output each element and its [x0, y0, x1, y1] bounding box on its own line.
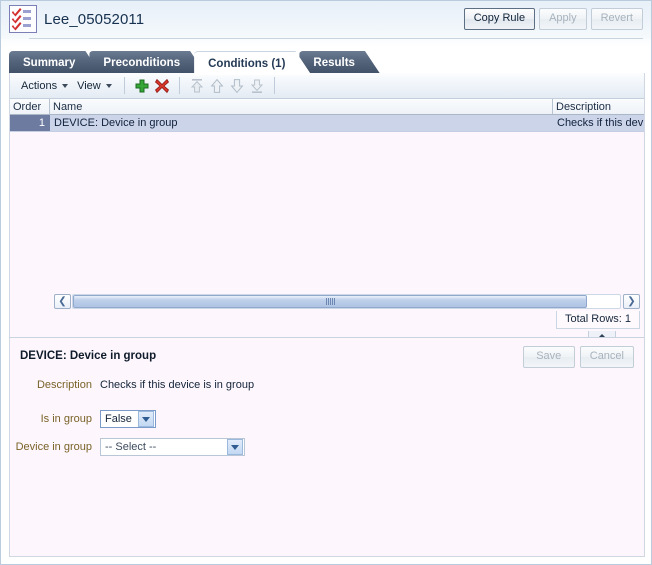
chevron-down-icon: [105, 83, 112, 88]
scroll-track[interactable]: [72, 294, 621, 309]
page-title: Lee_05052011: [44, 10, 145, 28]
copy-rule-button[interactable]: Copy Rule: [463, 8, 536, 30]
caret-glyph: [231, 444, 239, 450]
chevron-down-icon: [62, 83, 69, 88]
actions-menu-button[interactable]: Actions: [17, 78, 73, 94]
caret-glyph: [142, 416, 150, 422]
tab-results[interactable]: Results: [299, 51, 381, 75]
field-description: Description Checks if this device is in …: [10, 376, 644, 394]
view-menu-label: View: [77, 79, 101, 92]
header-actions: Copy Rule Apply Revert: [463, 8, 643, 30]
field-device-in-group: Device in group -- Select --: [10, 438, 644, 456]
toolbar-divider: [123, 77, 125, 94]
grid-empty-area: [10, 132, 644, 292]
tab-bar: Summary Preconditions Conditions (1) Res…: [9, 49, 369, 75]
cell-order: 1: [10, 115, 50, 131]
detail-title: DEVICE: Device in group: [20, 350, 157, 362]
condition-detail-form: DEVICE: Device in group Save Cancel Desc…: [10, 338, 644, 555]
field-label-is-in-group: Is in group: [40, 413, 92, 425]
tab-preconditions[interactable]: Preconditions: [89, 51, 206, 75]
grid-toolbar: Actions View: [10, 73, 644, 99]
move-down-icon[interactable]: [227, 76, 247, 96]
field-label-description: Description: [36, 379, 92, 391]
grid-header-row: Order Name Description: [10, 99, 644, 115]
revert-button[interactable]: Revert: [590, 8, 643, 30]
device-in-group-select[interactable]: -- Select --: [100, 438, 245, 456]
detail-actions: Save Cancel: [522, 346, 634, 368]
move-to-bottom-icon[interactable]: [247, 76, 267, 96]
scroll-grip-icon: [325, 298, 335, 305]
apply-button[interactable]: Apply: [539, 8, 587, 30]
grid-horizontal-scrollbar[interactable]: ❮ ❯: [10, 293, 644, 310]
total-rows-label: Total Rows: 1: [555, 311, 640, 329]
is-in-group-value: False: [105, 413, 132, 425]
table-row[interactable]: 1 DEVICE: Device in group Checks if this…: [10, 115, 644, 132]
page-header: Lee_05052011 Copy Rule Apply Revert: [1, 1, 651, 39]
move-up-icon[interactable]: [207, 76, 227, 96]
cell-name: DEVICE: Device in group: [54, 117, 178, 129]
is-in-group-select[interactable]: False: [100, 410, 156, 428]
column-header-order[interactable]: Order: [10, 99, 50, 114]
column-header-description[interactable]: Description: [553, 99, 644, 114]
device-in-group-value: -- Select --: [105, 441, 157, 453]
cell-description: Checks if this dev: [557, 117, 644, 129]
delete-icon[interactable]: [152, 76, 172, 96]
cancel-button[interactable]: Cancel: [579, 346, 634, 368]
conditions-grid: Order Name Description 1 DEVICE: Device …: [10, 99, 644, 310]
tab-conditions[interactable]: Conditions (1): [194, 51, 311, 75]
add-icon[interactable]: [132, 76, 152, 96]
actions-menu-label: Actions: [21, 79, 58, 92]
column-header-name[interactable]: Name: [50, 99, 553, 114]
header-title-group: Lee_05052011: [9, 5, 144, 33]
chevron-down-icon[interactable]: [138, 411, 154, 427]
scroll-right-icon[interactable]: ❯: [623, 294, 640, 309]
scroll-left-icon[interactable]: ❮: [54, 294, 71, 309]
save-button[interactable]: Save: [522, 346, 575, 368]
move-to-top-icon[interactable]: [187, 76, 207, 96]
tab-summary[interactable]: Summary: [9, 51, 101, 75]
header-separator: [29, 38, 643, 39]
window-frame: Lee_05052011 Copy Rule Apply Revert Summ…: [0, 0, 652, 565]
field-value-description: Checks if this device is in group: [100, 379, 255, 391]
toolbar-divider: [273, 77, 275, 94]
rule-checklist-icon: [9, 5, 37, 33]
toolbar-divider: [178, 77, 180, 94]
view-menu-button[interactable]: View: [73, 78, 117, 94]
application-window: Lee_05052011 Copy Rule Apply Revert Summ…: [0, 0, 652, 565]
field-is-in-group: Is in group False: [10, 410, 644, 428]
conditions-panel: Actions View Order Name Description 1 DE…: [9, 73, 645, 557]
chevron-down-icon[interactable]: [227, 439, 243, 455]
field-label-device-in-group: Device in group: [15, 441, 92, 453]
scroll-thumb[interactable]: [73, 295, 588, 308]
detail-fields: Description Checks if this device is in …: [10, 376, 644, 466]
